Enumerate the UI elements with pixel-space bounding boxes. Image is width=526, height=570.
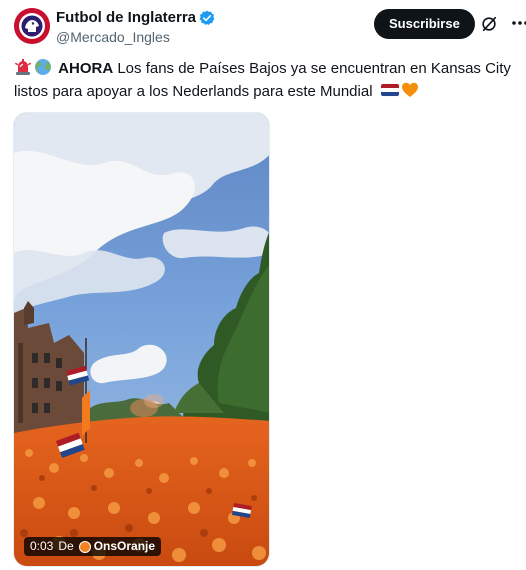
tweet-line2: listos para apoyar a los Nederlands para…	[14, 83, 373, 100]
grok-icon[interactable]	[480, 15, 498, 33]
tweet-text: AHORA Los fans de Países Bajos ya se enc…	[14, 57, 519, 103]
video-frame	[14, 113, 269, 566]
police-light-icon	[14, 59, 32, 75]
display-name[interactable]: Futbol de Inglaterra	[56, 9, 215, 27]
more-options-icon[interactable]	[510, 13, 526, 33]
author-block[interactable]: Futbol de Inglaterra @Mercado_Ingles	[56, 9, 215, 46]
handle[interactable]: @Mercado_Ingles	[56, 28, 215, 46]
verified-badge-icon	[199, 10, 215, 26]
video-player[interactable]: 0:03 De OnsOranje	[13, 112, 270, 567]
attribution-source[interactable]: OnsOranje	[78, 537, 155, 556]
attribution-prefix: De	[58, 539, 74, 553]
orange-heart-icon	[401, 82, 418, 97]
avatar[interactable]	[14, 8, 50, 44]
tweet-line1: Los fans de Países Bajos ya se encuentra…	[113, 60, 511, 77]
netherlands-flag-icon	[380, 83, 399, 97]
video-timestamp: 0:03	[30, 539, 54, 553]
subscribe-button[interactable]: Suscribirse	[374, 9, 475, 39]
globe-icon	[35, 59, 51, 75]
premier-league-logo	[14, 8, 50, 44]
tweet-bold-word: AHORA	[58, 60, 114, 77]
source-avatar-icon	[78, 540, 91, 553]
post-header: Futbol de Inglaterra @Mercado_Ingles Sus…	[14, 6, 526, 46]
video-attribution[interactable]: 0:03 De OnsOranje	[24, 537, 162, 556]
attribution-source-name[interactable]: OnsOranje	[94, 537, 155, 556]
display-name-text[interactable]: Futbol de Inglaterra	[56, 9, 196, 27]
